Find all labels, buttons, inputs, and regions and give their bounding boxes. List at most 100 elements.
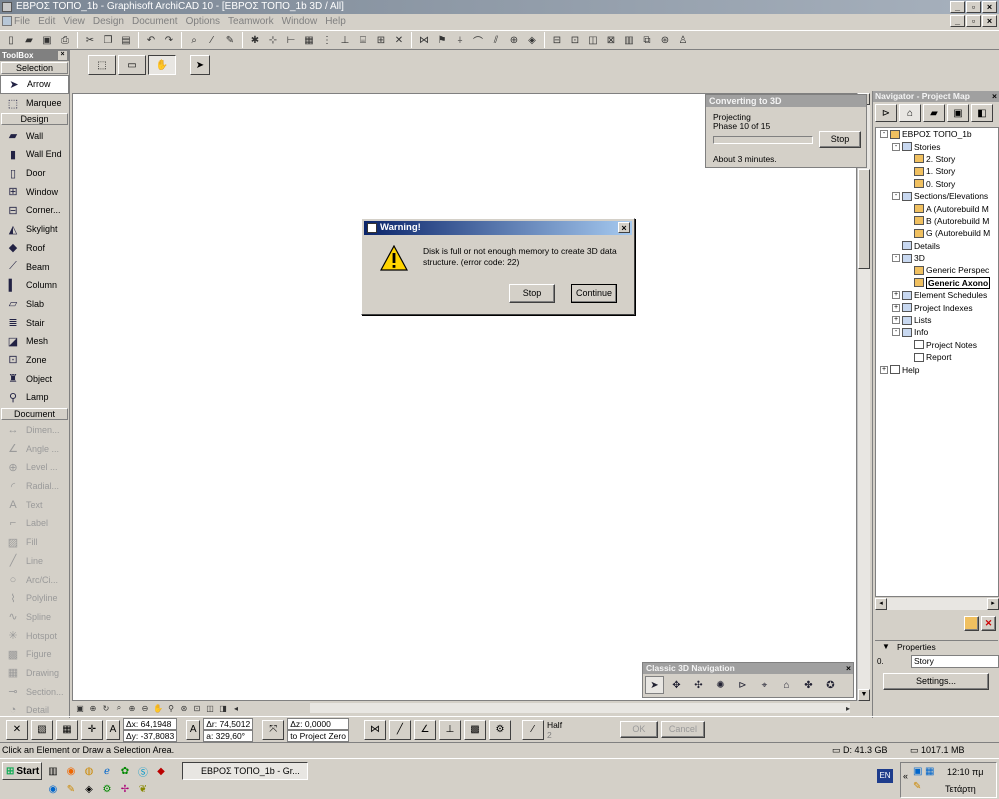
classic-3d-close-icon[interactable]: × [846, 663, 851, 674]
3d-home-icon[interactable]: ⌂ [777, 676, 796, 694]
perpendicular-icon[interactable]: ⊥ [438, 719, 461, 740]
properties-title[interactable]: Properties [875, 640, 998, 652]
previous-zoom-icon[interactable]: ◫ [204, 702, 216, 714]
relative-construction-icon[interactable]: ✛ [81, 719, 103, 740]
suspend-groups-icon[interactable]: ⊥ [337, 32, 353, 48]
navigator-title-bar[interactable]: Navigator - Project Map × [873, 91, 999, 102]
pencil-icon[interactable]: ✎ [64, 782, 78, 796]
tool-text[interactable]: A Text [0, 495, 69, 514]
tree-item[interactable]: - Sections/Elevations [876, 190, 998, 202]
firefox-icon[interactable]: ◉ [64, 764, 78, 778]
tool-section[interactable]: ⊸ Section... [0, 682, 69, 701]
tree-item[interactable]: - ΕΒΡΟΣ ΤΟΠΟ_1b [876, 128, 998, 140]
layout-book-icon[interactable]: ▣ [74, 702, 86, 714]
control-ok-button[interactable]: OK [619, 721, 658, 738]
element-info-icon[interactable]: ⊕ [506, 32, 522, 48]
classic-3d-title-bar[interactable]: Classic 3D Navigation × [643, 663, 853, 674]
undo-icon[interactable]: ↶ [143, 32, 159, 48]
tool-object[interactable]: ♜ Object [0, 369, 69, 388]
menu-design[interactable]: Design [93, 16, 124, 27]
tree-item[interactable]: 2. Story [876, 153, 998, 165]
menu-help[interactable]: Help [325, 16, 346, 27]
tools-icon[interactable]: ✎ [913, 781, 921, 792]
horizontal-scrollbar-track[interactable] [310, 703, 850, 713]
tool-skylight[interactable]: ◭ Skylight [0, 220, 69, 239]
dialog-close-icon[interactable]: × [618, 222, 630, 233]
taskbar-archicad-task[interactable]: ΕΒΡΟΣ ΤΟΠΟ_1b - Gr... [182, 762, 308, 780]
close-button[interactable]: × [982, 1, 997, 13]
tool-hotspot[interactable]: ✳ Hotspot [0, 626, 69, 645]
magic-wand-icon[interactable]: ✱ [247, 32, 263, 48]
tool-wall[interactable]: ▰ Wall [0, 126, 69, 145]
tool-door[interactable]: ▯ Door [0, 164, 69, 183]
gear-icon[interactable]: ⚙ [100, 782, 114, 796]
3d-select-icon[interactable]: ➤ [645, 676, 664, 694]
tool-fill[interactable]: ▨ Fill [0, 533, 69, 552]
delete-icon[interactable]: ✕ [391, 32, 407, 48]
tree-item[interactable]: B (Autorebuild M [876, 215, 998, 227]
tree-item[interactable]: G (Autorebuild M [876, 227, 998, 239]
fit-in-window-icon[interactable]: ⊡ [191, 702, 203, 714]
tool-polyline[interactable]: ⌇ Polyline [0, 589, 69, 608]
menu-document[interactable]: Document [132, 16, 178, 27]
fit-window-icon[interactable]: ⊠ [603, 32, 619, 48]
paste-icon[interactable]: ▤ [118, 32, 134, 48]
3d-walk-icon[interactable]: ✥ [667, 676, 686, 694]
toolbox-section-selection[interactable]: Selection [1, 62, 68, 74]
floor-plan-icon[interactable]: ⊟ [549, 32, 565, 48]
tree-item[interactable]: A (Autorebuild M [876, 202, 998, 214]
tool-line[interactable]: ╱ Line [0, 552, 69, 571]
tree-item[interactable]: 1. Story [876, 165, 998, 177]
skype-icon[interactable]: Ⓢ [136, 764, 150, 779]
selection-box-icon[interactable]: ▭ [118, 55, 146, 75]
delta-x-field[interactable]: Δx: 64,1948 [123, 717, 178, 730]
scroll-down-arrow[interactable]: ▼ [858, 689, 870, 701]
3d-projection-icon[interactable]: ◫ [585, 32, 601, 48]
half-snap-icon[interactable]: ⁄ [521, 719, 544, 740]
archicad-app-icon[interactable] [2, 2, 12, 12]
snap-points-icon[interactable]: ⚙ [488, 719, 511, 740]
tool-mesh[interactable]: ◪ Mesh [0, 332, 69, 351]
tool-roof[interactable]: ◆ Roof [0, 239, 69, 258]
delete-item-icon[interactable]: ✕ [981, 616, 996, 631]
tool-corner[interactable]: ⊟ Corner... [0, 201, 69, 220]
control-cancel-button[interactable]: Cancel [660, 721, 705, 738]
menu-window[interactable]: Window [282, 16, 318, 27]
tree-expander-icon[interactable]: + [892, 303, 900, 312]
tool-marquee[interactable]: ⬚ Marquee [0, 94, 69, 113]
start-button[interactable]: ⊞ Start [2, 762, 42, 780]
angle-constraint-icon[interactable]: ∠ [413, 719, 436, 740]
tool-zone[interactable]: ⊡ Zone [0, 351, 69, 370]
tool-arrow[interactable]: ➤ Arrow [0, 75, 69, 94]
tree-expander-icon[interactable]: - [892, 328, 900, 337]
solid-operations-icon[interactable]: ◈ [524, 32, 540, 48]
tool-wall-end[interactable]: ▮ Wall End [0, 145, 69, 164]
display-icon[interactable]: ▦ [925, 766, 934, 777]
tree-expander-icon[interactable]: + [892, 316, 900, 325]
tool-slab[interactable]: ▱ Slab [0, 295, 69, 314]
tree-item[interactable]: + Element Schedules [876, 289, 998, 301]
tool-lamp[interactable]: ⚲ Lamp [0, 388, 69, 407]
split-icon[interactable]: ⋈ [416, 32, 432, 48]
rebuild-icon[interactable]: ⌸ [355, 32, 371, 48]
zoom-window-icon[interactable]: ⌕ [113, 702, 125, 714]
tool-radial-dimension[interactable]: ◜ Radial... [0, 477, 69, 496]
scrollbar-thumb[interactable] [858, 169, 870, 269]
tree-item[interactable]: + Project Indexes [876, 301, 998, 313]
menu-view[interactable]: View [63, 16, 85, 27]
trim-icon[interactable]: ⊞ [373, 32, 389, 48]
selection-rectangle-icon[interactable]: ⬚ [88, 55, 116, 75]
3d-window-icon[interactable]: ⊡ [567, 32, 583, 48]
syringe-icon[interactable]: ✎ [222, 32, 238, 48]
publisher-tab-icon[interactable]: ◧ [971, 104, 993, 122]
project-map-tree[interactable]: - ΕΒΡΟΣ ΤΟΠΟ_1b - Stories 2. Story 1. Story 0.… [875, 127, 999, 597]
tool-dimension[interactable]: ↔ Dimen... [0, 421, 69, 440]
tree-expander-icon[interactable]: - [892, 254, 900, 263]
bird-icon[interactable]: ❦ [136, 782, 150, 796]
adjust-icon[interactable]: ⚑ [434, 32, 450, 48]
doc-close-button[interactable]: × [982, 15, 997, 27]
language-indicator[interactable]: EN [877, 769, 893, 783]
gravity-icon[interactable]: ⊹ [265, 32, 281, 48]
new-file-icon[interactable]: ▯ [3, 32, 19, 48]
tree-item[interactable]: Project Notes [876, 339, 998, 351]
